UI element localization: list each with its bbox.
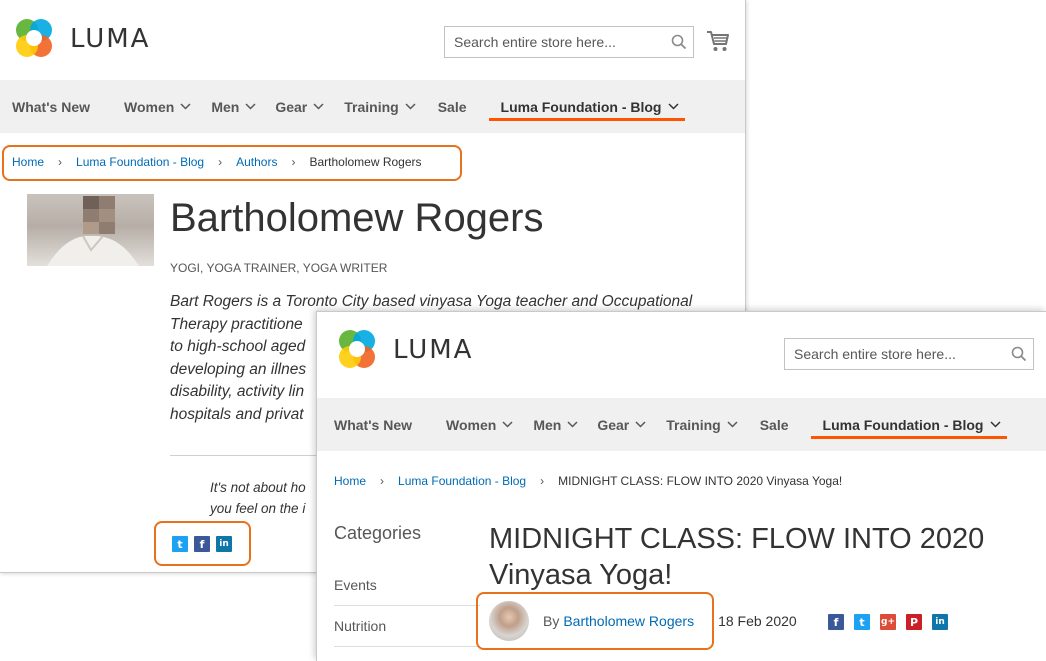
author-share-buttons: t f in (172, 536, 232, 552)
search-box[interactable] (444, 26, 694, 58)
chevron-down-icon (180, 103, 191, 110)
author-photo (27, 194, 154, 266)
nav-women[interactable]: Women (446, 398, 513, 451)
search-icon[interactable] (665, 34, 693, 50)
search-input[interactable] (785, 339, 1005, 369)
breadcrumb-current: MIDNIGHT CLASS: FLOW INTO 2020 Vinyasa Y… (558, 474, 843, 488)
breadcrumb: Home › Luma Foundation - Blog › MIDNIGHT… (334, 474, 842, 488)
breadcrumb-authors[interactable]: Authors (236, 155, 277, 169)
nav-training[interactable]: Training (666, 398, 738, 451)
nav-whats-new[interactable]: What's New (334, 398, 412, 451)
logo-text: LUMA (70, 24, 151, 54)
chevron-down-icon (405, 103, 416, 110)
luma-logo[interactable]: LUMA (335, 328, 473, 372)
chevron-down-icon (989, 421, 1001, 428)
sidebar-categories-heading: Categories (334, 523, 422, 543)
nav-training[interactable]: Training (344, 80, 416, 133)
twitter-icon[interactable]: t (172, 536, 188, 552)
search-box[interactable] (784, 338, 1034, 370)
cart-icon[interactable] (706, 29, 730, 53)
breadcrumb-current: Bartholomew Rogers (309, 155, 422, 169)
main-navigation: What's New Women Men Gear Training Sale … (317, 398, 1046, 451)
byline-prefix: By (543, 613, 560, 629)
breadcrumb-separator-icon: › (58, 155, 63, 169)
breadcrumb-separator-icon: › (380, 474, 385, 488)
chevron-down-icon (635, 421, 646, 428)
chevron-down-icon (567, 421, 578, 428)
pinterest-icon[interactable]: P (906, 614, 922, 630)
linkedin-icon[interactable]: in (932, 614, 948, 630)
breadcrumb-separator-icon: › (540, 474, 545, 488)
post-byline: By Bartholomew Rogers 18 Feb 2020 (489, 601, 797, 641)
divider (334, 646, 480, 647)
logo-text: LUMA (393, 335, 474, 365)
author-name: Bartholomew Rogers (170, 196, 544, 240)
breadcrumb: Home › Luma Foundation - Blog › Authors … (12, 155, 422, 169)
google-plus-icon[interactable]: g+ (880, 614, 896, 630)
nav-men[interactable]: Men (211, 80, 256, 133)
sidebar-category-events[interactable]: Events (334, 577, 480, 593)
post-date: 18 Feb 2020 (718, 613, 797, 629)
twitter-icon[interactable]: t (854, 614, 870, 630)
main-navigation: What's New Women Men Gear Training Sale … (0, 80, 745, 133)
search-input[interactable] (445, 27, 665, 57)
nav-whats-new[interactable]: What's New (12, 80, 90, 133)
nav-sale[interactable]: Sale (438, 80, 467, 133)
divider (334, 605, 480, 606)
avatar[interactable] (489, 601, 529, 641)
breadcrumb-blog[interactable]: Luma Foundation - Blog (398, 474, 526, 488)
luma-logo-icon (339, 330, 375, 368)
nav-gear[interactable]: Gear (597, 398, 646, 451)
sidebar-category-nutrition[interactable]: Nutrition (334, 618, 480, 634)
breadcrumb-home[interactable]: Home (12, 155, 44, 169)
nav-luma-foundation-blog[interactable]: Luma Foundation - Blog (810, 398, 1007, 451)
facebook-icon[interactable]: f (194, 536, 210, 552)
breadcrumb-home[interactable]: Home (334, 474, 366, 488)
nav-luma-foundation-blog[interactable]: Luma Foundation - Blog (488, 80, 685, 133)
nav-sale[interactable]: Sale (760, 398, 789, 451)
post-share-buttons: f t g+ P in (828, 614, 948, 630)
nav-gear[interactable]: Gear (275, 80, 324, 133)
nav-women[interactable]: Women (124, 80, 191, 133)
nav-men[interactable]: Men (533, 398, 578, 451)
chevron-down-icon (313, 103, 324, 110)
linkedin-icon[interactable]: in (216, 536, 232, 552)
luma-logo-icon (16, 19, 52, 57)
chevron-down-icon (667, 103, 679, 110)
chevron-down-icon (245, 103, 256, 110)
breadcrumb-separator-icon: › (218, 155, 223, 169)
breadcrumb-separator-icon: › (291, 155, 296, 169)
search-icon[interactable] (1005, 346, 1033, 362)
luma-logo[interactable]: LUMA (12, 17, 150, 61)
blog-post-window: LUMA What's New Women Men Gear Training … (316, 311, 1046, 661)
byline-author-link[interactable]: Bartholomew Rogers (563, 613, 694, 629)
breadcrumb-blog[interactable]: Luma Foundation - Blog (76, 155, 204, 169)
author-roles: YOGI, YOGA TRAINER, YOGA WRITER (170, 261, 388, 275)
post-title: MIDNIGHT CLASS: FLOW INTO 2020 Vinyasa Y… (489, 523, 985, 591)
facebook-icon[interactable]: f (828, 614, 844, 630)
chevron-down-icon (502, 421, 513, 428)
chevron-down-icon (727, 421, 738, 428)
